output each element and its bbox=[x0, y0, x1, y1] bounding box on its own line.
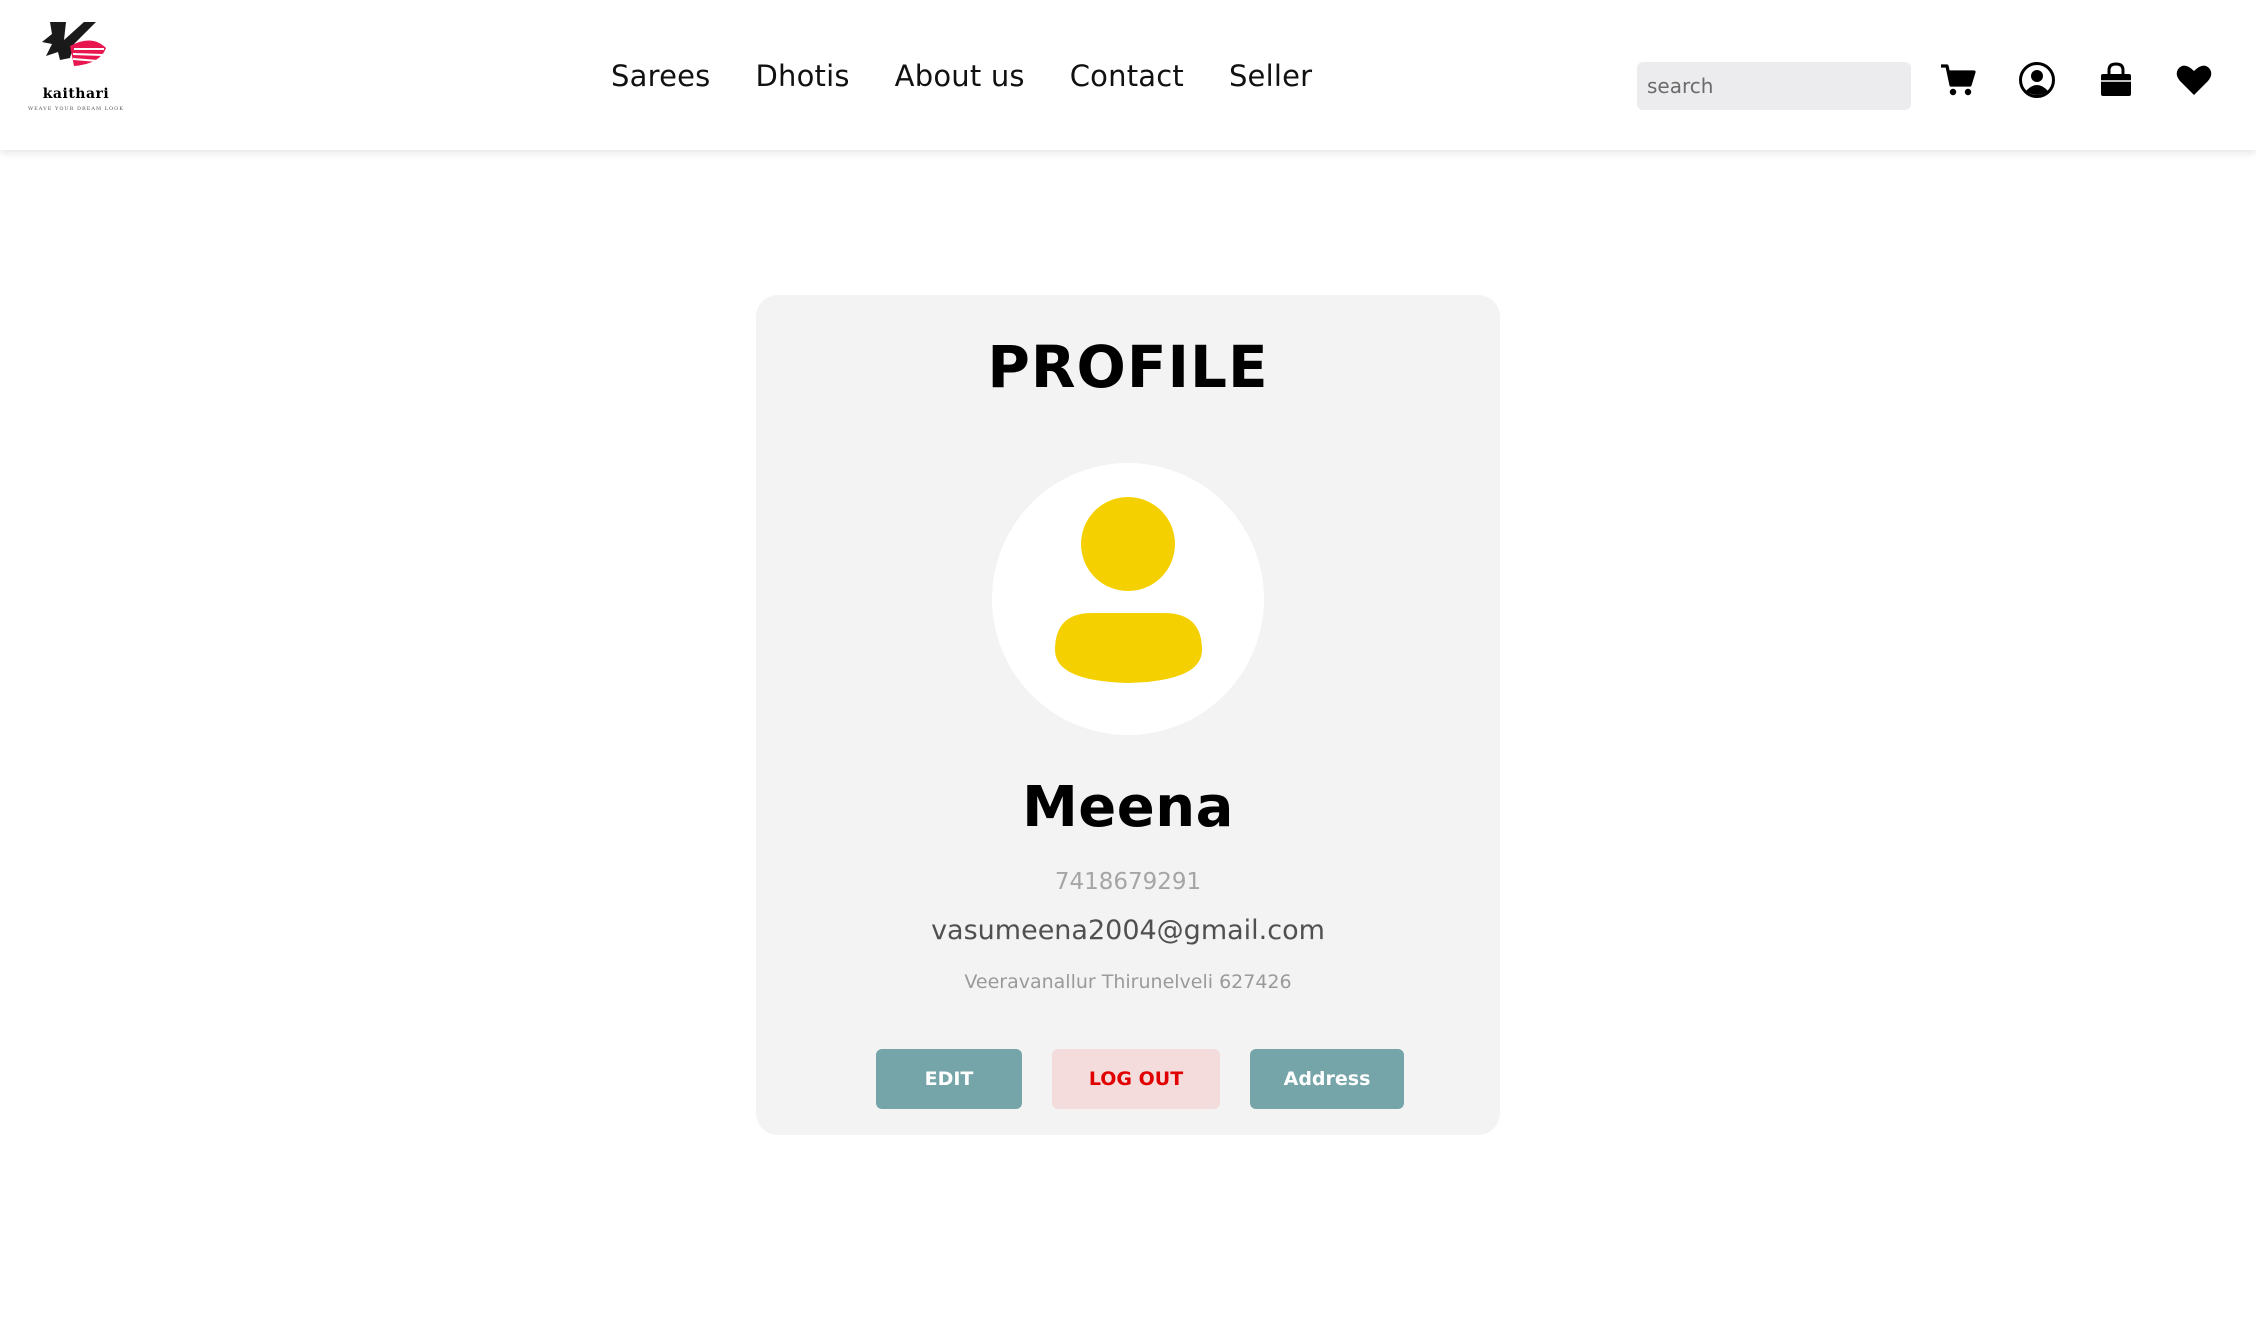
edit-button[interactable]: EDIT bbox=[876, 1049, 1022, 1109]
profile-card: PROFILE Meena 7418679291 vasumeena2004@g… bbox=[756, 295, 1500, 1135]
logo-mark-icon bbox=[42, 22, 106, 66]
user-avatar-icon bbox=[1055, 497, 1202, 683]
brand-tagline: WEAVE YOUR DREAM LOOK bbox=[28, 106, 124, 112]
site-header: kaithari WEAVE YOUR DREAM LOOK Sarees Dh… bbox=[0, 0, 2256, 150]
user-address: Veeravanallur Thirunelveli 627426 bbox=[964, 971, 1292, 993]
nav-link-contact[interactable]: Contact bbox=[1070, 59, 1184, 93]
user-email: vasumeena2004@gmail.com bbox=[931, 915, 1325, 946]
logout-button[interactable]: LOG OUT bbox=[1052, 1049, 1220, 1109]
main-nav: Sarees Dhotis About us Contact Seller bbox=[611, 54, 1357, 98]
page-title: PROFILE bbox=[987, 333, 1269, 401]
nav-link-about-us[interactable]: About us bbox=[895, 59, 1025, 93]
brand-name: kaithari bbox=[42, 86, 110, 102]
nav-link-seller[interactable]: Seller bbox=[1229, 59, 1312, 93]
nav-link-sarees[interactable]: Sarees bbox=[611, 59, 710, 93]
nav-link-dhotis[interactable]: Dhotis bbox=[755, 59, 849, 93]
user-phone: 7418679291 bbox=[1054, 869, 1202, 895]
cart-icon[interactable] bbox=[1938, 60, 1978, 100]
user-name: Meena bbox=[1022, 775, 1234, 840]
heart-icon[interactable] bbox=[2174, 60, 2214, 100]
address-button[interactable]: Address bbox=[1250, 1049, 1404, 1109]
avatar bbox=[992, 463, 1264, 735]
shopping-bag-icon[interactable] bbox=[2096, 60, 2136, 100]
account-icon[interactable] bbox=[2017, 60, 2057, 100]
search-input[interactable] bbox=[1637, 62, 1911, 110]
brand-logo[interactable]: kaithari WEAVE YOUR DREAM LOOK bbox=[26, 14, 126, 118]
